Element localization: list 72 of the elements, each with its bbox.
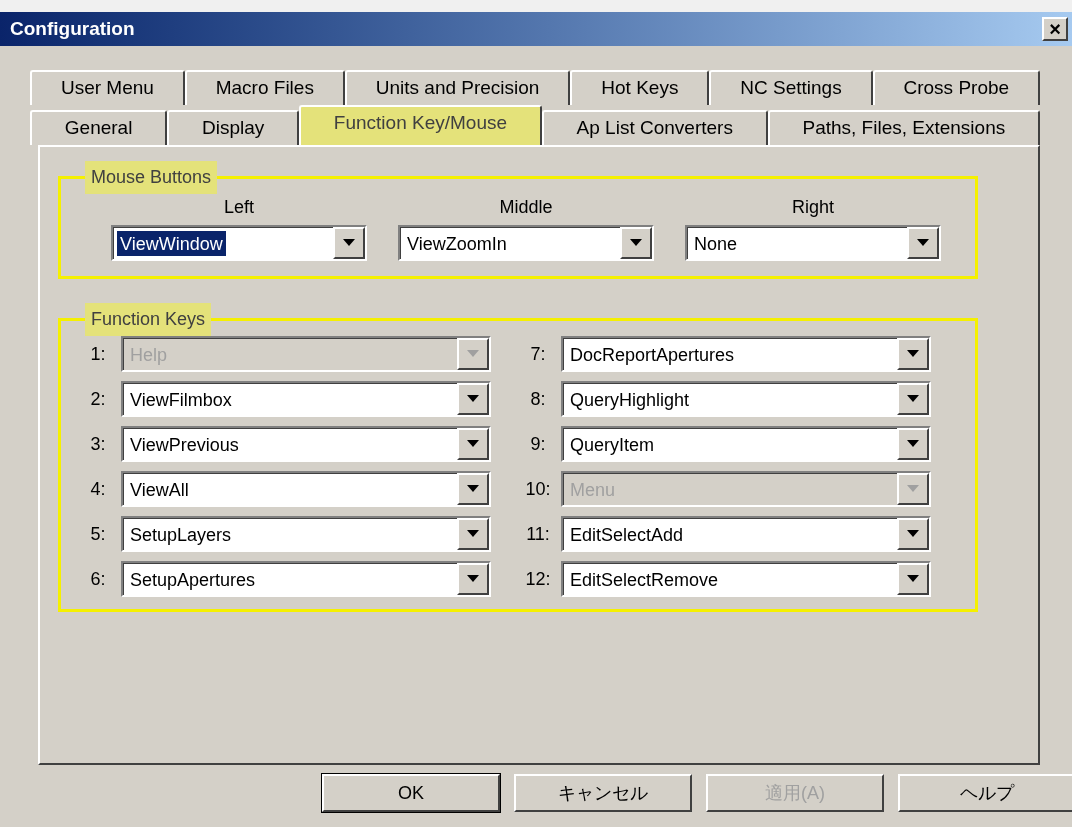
key-label: 9: (529, 432, 547, 456)
dialog-button[interactable]: ヘルプ (898, 774, 1072, 812)
tab[interactable]: Ap List Converters (541, 110, 768, 145)
dropdown[interactable]: QueryHighlight (561, 381, 931, 417)
dropdown[interactable]: ViewAll (121, 471, 491, 507)
dialog-button[interactable]: OK (322, 774, 500, 812)
dropdown[interactable]: None (685, 225, 941, 261)
dropdown-value: ViewPrevious (129, 433, 240, 457)
key-label: 2: (89, 387, 107, 411)
caret-icon[interactable] (897, 383, 929, 415)
column-label: Middle (499, 196, 553, 219)
dropdown-value: SetupLayers (129, 523, 233, 547)
dropdown[interactable]: DocReportApertures (561, 336, 931, 372)
caret-icon[interactable] (620, 227, 652, 259)
dropdown-value: ViewFilmbox (129, 388, 233, 412)
dropdown-value: DocReportApertures (569, 343, 736, 367)
dropdown-value: ViewZoomIn (406, 232, 508, 256)
tab[interactable]: Display (167, 110, 300, 145)
key-label: 4: (89, 477, 107, 501)
key-label: 8: (529, 387, 547, 411)
key-label: 12: (524, 567, 552, 591)
key-label: 7: (529, 342, 547, 366)
key-label: 5: (89, 522, 107, 546)
caret-icon[interactable] (457, 383, 489, 415)
dropdown[interactable]: ViewFilmbox (121, 381, 491, 417)
caret-icon[interactable] (457, 428, 489, 460)
key-label: 6: (89, 567, 107, 591)
caret-icon[interactable] (897, 518, 929, 550)
dropdown-value: ViewAll (129, 478, 190, 502)
dialog-button[interactable]: キャンセル (514, 774, 692, 812)
dropdown[interactable]: SetupApertures (121, 561, 491, 597)
group-title: Function Keys (85, 303, 212, 336)
dropdown[interactable]: EditSelectAdd (561, 516, 931, 552)
tab[interactable]: General (30, 110, 168, 145)
group-title: Mouse Buttons (85, 161, 218, 194)
caret-icon[interactable] (457, 563, 489, 595)
caret-icon[interactable] (457, 518, 489, 550)
close-button[interactable]: × (1042, 17, 1068, 41)
tab[interactable]: Paths, Files, Extensions (767, 110, 1040, 145)
dropdown-value: QueryHighlight (569, 388, 691, 412)
tab[interactable]: NC Settings (709, 70, 873, 105)
dropdown[interactable]: ViewWindow (111, 225, 367, 261)
dropdown[interactable]: SetupLayers (121, 516, 491, 552)
key-label: 3: (89, 432, 107, 456)
key-label: 11: (525, 522, 551, 546)
dropdown[interactable]: ViewPrevious (121, 426, 491, 462)
dropdown-value: EditSelectRemove (569, 568, 720, 592)
key-label: 1: (89, 342, 107, 366)
tab[interactable]: Units and Precision (344, 70, 571, 105)
column-label: Right (792, 196, 834, 219)
column-label: Left (224, 196, 254, 219)
caret-icon[interactable] (457, 473, 489, 505)
tab[interactable]: User Menu (30, 70, 185, 105)
dropdown[interactable]: ViewZoomIn (398, 225, 654, 261)
dropdown-value: SetupApertures (129, 568, 257, 592)
tab[interactable]: Macro Files (184, 70, 345, 105)
dropdown-value: QueryItem (569, 433, 656, 457)
caret-icon[interactable] (907, 227, 939, 259)
dropdown[interactable]: EditSelectRemove (561, 561, 931, 597)
caret-icon[interactable] (897, 338, 929, 370)
dropdown-value: ViewWindow (117, 231, 226, 256)
caret-icon[interactable] (897, 563, 929, 595)
caret-icon[interactable] (897, 428, 929, 460)
caret-icon[interactable] (333, 227, 365, 259)
window-title: Configuration (10, 16, 135, 41)
tab[interactable]: Cross Probe (872, 70, 1041, 105)
tab[interactable]: Hot Keys (570, 70, 710, 105)
dropdown[interactable]: QueryItem (561, 426, 931, 462)
dropdown-value: None (693, 232, 739, 256)
dropdown-value: EditSelectAdd (569, 523, 685, 547)
key-label: 10: (524, 477, 552, 501)
tab[interactable]: Function Key/Mouse (299, 105, 542, 145)
